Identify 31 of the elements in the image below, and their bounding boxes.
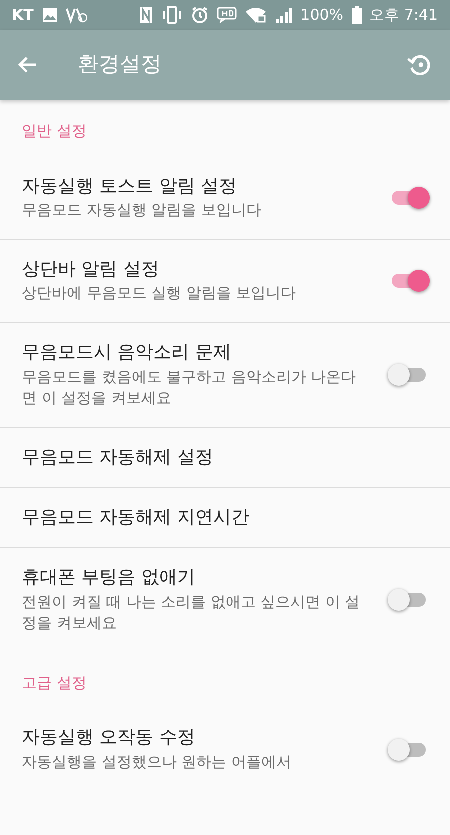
category-header: 일반 설정 [21, 121, 88, 142]
image-icon [42, 7, 58, 23]
setting-summary: 무음모드 자동실행 알림을 보입니다 [22, 200, 262, 221]
setting-title: 무음모드 자동해제 지연시간 [22, 506, 250, 530]
toggle-switch[interactable] [390, 738, 428, 761]
toggle-switch[interactable] [390, 270, 428, 292]
clock-time: 오후 7:41 [370, 4, 438, 26]
setting-summary: 무음모드를 켰음에도 불구하고 음악소리가 나온다면 이 설정을 켜보세요 [22, 366, 358, 409]
setting-title: 무음모드시 음악소리 문제 [22, 341, 232, 365]
toggle-switch[interactable] [390, 589, 428, 612]
setting-title: 휴대폰 부팅음 없애기 [22, 566, 196, 590]
battery-percent: 100% [300, 4, 344, 26]
wifi-icon [244, 6, 267, 24]
toggle-switch[interactable] [390, 186, 428, 209]
hd-call-icon [216, 7, 237, 23]
screen-title: 환경설정 [78, 51, 162, 78]
carrier-label: KT [12, 4, 34, 26]
setting-title: 무음모드 자동해제 설정 [22, 446, 214, 470]
setting-summary: 자동실행을 설정했으나 원하는 어플에서 [22, 752, 292, 773]
alarm-icon [190, 6, 209, 24]
vibrate-icon [160, 6, 183, 24]
toggle-switch[interactable] [390, 364, 428, 386]
battery-icon [352, 6, 362, 24]
setting-title: 자동실행 오작동 수정 [22, 726, 196, 750]
setting-summary: 상단바에 무음모드 실행 알림을 보입니다 [22, 283, 298, 304]
cell-signal-icon [274, 6, 293, 24]
category-header: 고급 설정 [21, 672, 88, 694]
setting-summary: 전원이 켜질 때 나는 소리를 없애고 싶으시면 이 설정을 켜보세요 [22, 592, 362, 634]
setting-title: 상단바 알림 설정 [22, 258, 160, 282]
nfc-icon [138, 6, 153, 24]
setting-title: 자동실행 토스트 알림 설정 [22, 174, 238, 198]
